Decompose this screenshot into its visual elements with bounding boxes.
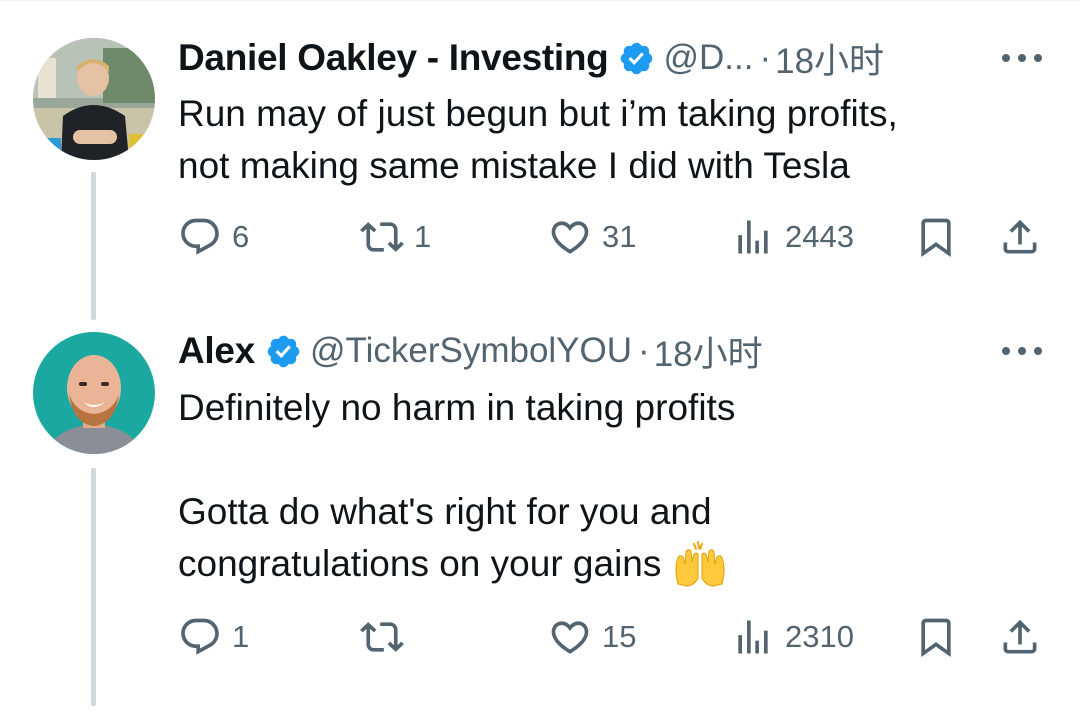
tweet-text-line: not making same mistake I did with Tesla	[178, 145, 850, 186]
verified-badge-icon	[618, 40, 655, 77]
views-icon	[738, 620, 768, 654]
heart-icon	[551, 221, 589, 254]
timestamp[interactable]: 18小时	[654, 326, 763, 377]
thread-connector-line	[91, 468, 96, 706]
retweet-icon	[360, 222, 404, 252]
tweet-text-segment: congratulations on your gains	[178, 543, 662, 584]
reply-icon	[181, 618, 219, 655]
handle[interactable]: @TickerSymbolYOU	[310, 331, 632, 371]
avatar-alex[interactable]	[33, 332, 155, 454]
tweet-header: Alex @TickerSymbolYOU · 18小时	[178, 326, 763, 376]
views-button[interactable]: 2310	[731, 612, 854, 662]
avatar-daniel[interactable]	[33, 38, 155, 160]
tweet-header: Daniel Oakley - Investing @D... · 18小时	[178, 33, 884, 83]
heart-icon	[551, 621, 589, 654]
reply-button[interactable]: 6	[178, 212, 249, 262]
separator-dot: ·	[638, 331, 650, 370]
tweet-text-line: Definitely no harm in taking profits	[178, 387, 736, 428]
share-icon	[1003, 219, 1037, 254]
views-button[interactable]: 2443	[731, 212, 854, 262]
views-icon	[738, 220, 768, 254]
like-button[interactable]: 31	[548, 212, 636, 262]
retweet-count: 1	[414, 219, 432, 254]
bookmark-button[interactable]	[914, 612, 958, 662]
action-bar: 6 1 31 2443	[178, 212, 1058, 262]
view-count: 2310	[785, 619, 854, 654]
thread-connector-line	[91, 172, 96, 320]
share-button[interactable]	[998, 612, 1042, 662]
retweet-button[interactable]	[360, 612, 414, 662]
bookmark-icon	[921, 218, 951, 258]
timestamp[interactable]: 18小时	[775, 33, 884, 84]
like-count: 31	[602, 219, 637, 254]
bookmark-icon	[921, 618, 951, 658]
share-icon	[1003, 619, 1037, 654]
tweet-text-line: Run may of just begun but i’m taking pro…	[178, 93, 898, 134]
tweet-text: Run may of just begun but i’m taking pro…	[178, 88, 1058, 192]
tweet-text: Definitely no harm in taking profits Got…	[178, 382, 1058, 590]
reply-count: 6	[232, 219, 250, 254]
top-divider	[0, 0, 1080, 1]
reply-count: 1	[232, 619, 250, 654]
action-bar: 1 15 2310	[178, 612, 1058, 662]
verified-badge-icon	[265, 333, 302, 370]
like-button[interactable]: 15	[548, 612, 636, 662]
display-name[interactable]: Alex	[178, 330, 255, 372]
share-button[interactable]	[998, 212, 1042, 262]
handle[interactable]: @D...	[663, 38, 753, 78]
tweet-text-line: Gotta do what's right for you and	[178, 491, 712, 532]
retweet-icon	[360, 622, 404, 652]
separator-dot: ·	[759, 38, 772, 77]
more-icon[interactable]	[1002, 345, 1042, 357]
view-count: 2443	[785, 219, 854, 254]
retweet-button[interactable]: 1	[360, 212, 431, 262]
tweet-text-line: congratulations on your gains	[178, 538, 1058, 590]
reply-icon	[181, 218, 219, 255]
raising-hands-emoji	[672, 538, 728, 588]
more-icon[interactable]	[1002, 52, 1042, 64]
bookmark-button[interactable]	[914, 212, 958, 262]
like-count: 15	[602, 619, 637, 654]
reply-button[interactable]: 1	[178, 612, 249, 662]
display-name[interactable]: Daniel Oakley - Investing	[178, 37, 609, 79]
